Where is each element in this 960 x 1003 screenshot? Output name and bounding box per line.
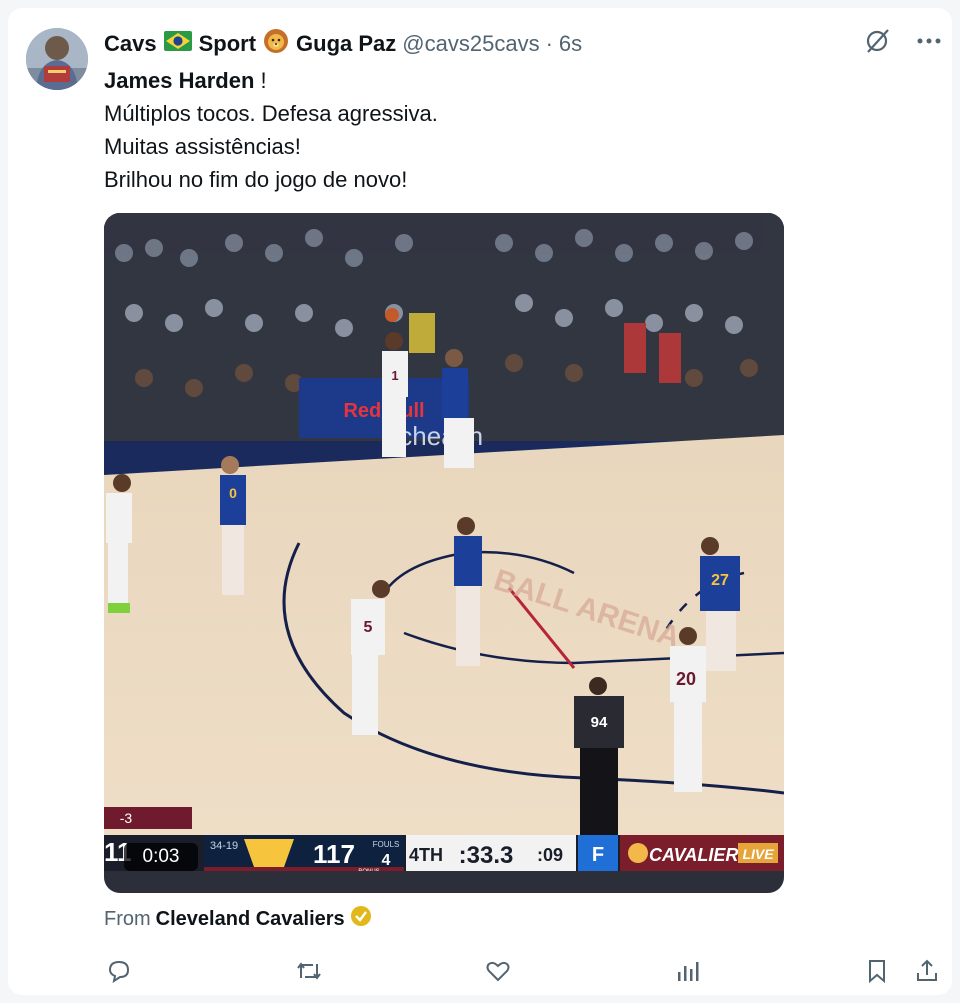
svg-text:4TH: 4TH — [409, 845, 443, 865]
post-line-1: James Harden ! — [104, 64, 784, 97]
brazil-flag-icon — [163, 31, 192, 57]
action-bar-right — [862, 956, 942, 986]
display-name[interactable]: Cavs Sport Guga Paz — [104, 28, 396, 60]
post-header: Cavs Sport Guga Paz @cavs25cavs · 6s — [104, 29, 582, 59]
separator-dot: · — [545, 31, 553, 56]
svg-text:94: 94 — [591, 714, 608, 731]
like-icon[interactable] — [483, 956, 513, 986]
svg-text::09: :09 — [537, 845, 563, 865]
svg-text:F: F — [592, 844, 604, 866]
bookmark-icon[interactable] — [862, 956, 892, 986]
video-timer: 0:03 — [124, 843, 198, 871]
svg-text:0: 0 — [229, 485, 237, 501]
name-part-sport: Sport — [198, 31, 257, 56]
score-diff-badge — [104, 807, 192, 829]
post-line-2: Múltiplos tocos. Defesa agressiva. — [104, 101, 438, 126]
name-part-guga: Guga Paz — [296, 31, 397, 56]
post-time[interactable]: 6s — [559, 31, 582, 57]
source-attribution: From Cleveland Cavaliers — [104, 905, 372, 933]
player-cavs-20: 20 — [670, 627, 706, 792]
source-prefix: From — [104, 907, 151, 930]
share-icon[interactable] — [912, 956, 942, 986]
svg-text:4: 4 — [382, 852, 391, 869]
more-icon[interactable] — [914, 26, 944, 56]
source-org-link[interactable]: Cleveland Cavaliers — [156, 908, 345, 931]
post-text: James Harden ! Múltiplos tocos. Defesa a… — [104, 64, 784, 196]
svg-text:20: 20 — [676, 669, 696, 689]
name-part-cavs: Cavs — [104, 31, 157, 56]
reply-icon[interactable] — [104, 956, 134, 986]
svg-text:27: 27 — [711, 572, 729, 589]
avatar[interactable] — [26, 28, 88, 90]
player-name: James Harden — [104, 68, 255, 93]
post-top-actions — [862, 26, 944, 56]
svg-text:FOULS: FOULS — [373, 840, 400, 849]
post-line-4: Brilhou no fim do jogo de novo! — [104, 167, 408, 192]
player-nuggets-center — [454, 517, 482, 666]
lion-icon — [263, 28, 289, 60]
svg-text:1: 1 — [391, 368, 398, 383]
svg-text::33.3: :33.3 — [459, 842, 514, 869]
repost-icon[interactable] — [294, 956, 324, 986]
svg-text:CAVALIERS: CAVALIERS — [649, 845, 750, 865]
post-line-1-rest: ! — [254, 68, 267, 93]
player-nuggets-0: 0 — [220, 456, 246, 595]
verified-badge-icon — [350, 905, 372, 933]
svg-text:LIVE: LIVE — [742, 846, 774, 862]
svg-text:117: 117 — [313, 839, 355, 869]
grok-icon[interactable] — [862, 26, 892, 56]
views-icon[interactable] — [673, 956, 703, 986]
video-player[interactable]: Red Bull uchealth BALL ARENA 0 — [104, 213, 784, 893]
author-handle[interactable]: @cavs25cavs — [402, 31, 539, 57]
svg-text:-3: -3 — [120, 810, 133, 826]
referee: 94 — [574, 677, 624, 838]
svg-text:34-19: 34-19 — [210, 840, 238, 852]
svg-text:5: 5 — [364, 619, 373, 636]
post-line-3: Muitas assistências! — [104, 134, 301, 159]
basketball — [385, 308, 399, 322]
action-bar — [104, 955, 942, 987]
